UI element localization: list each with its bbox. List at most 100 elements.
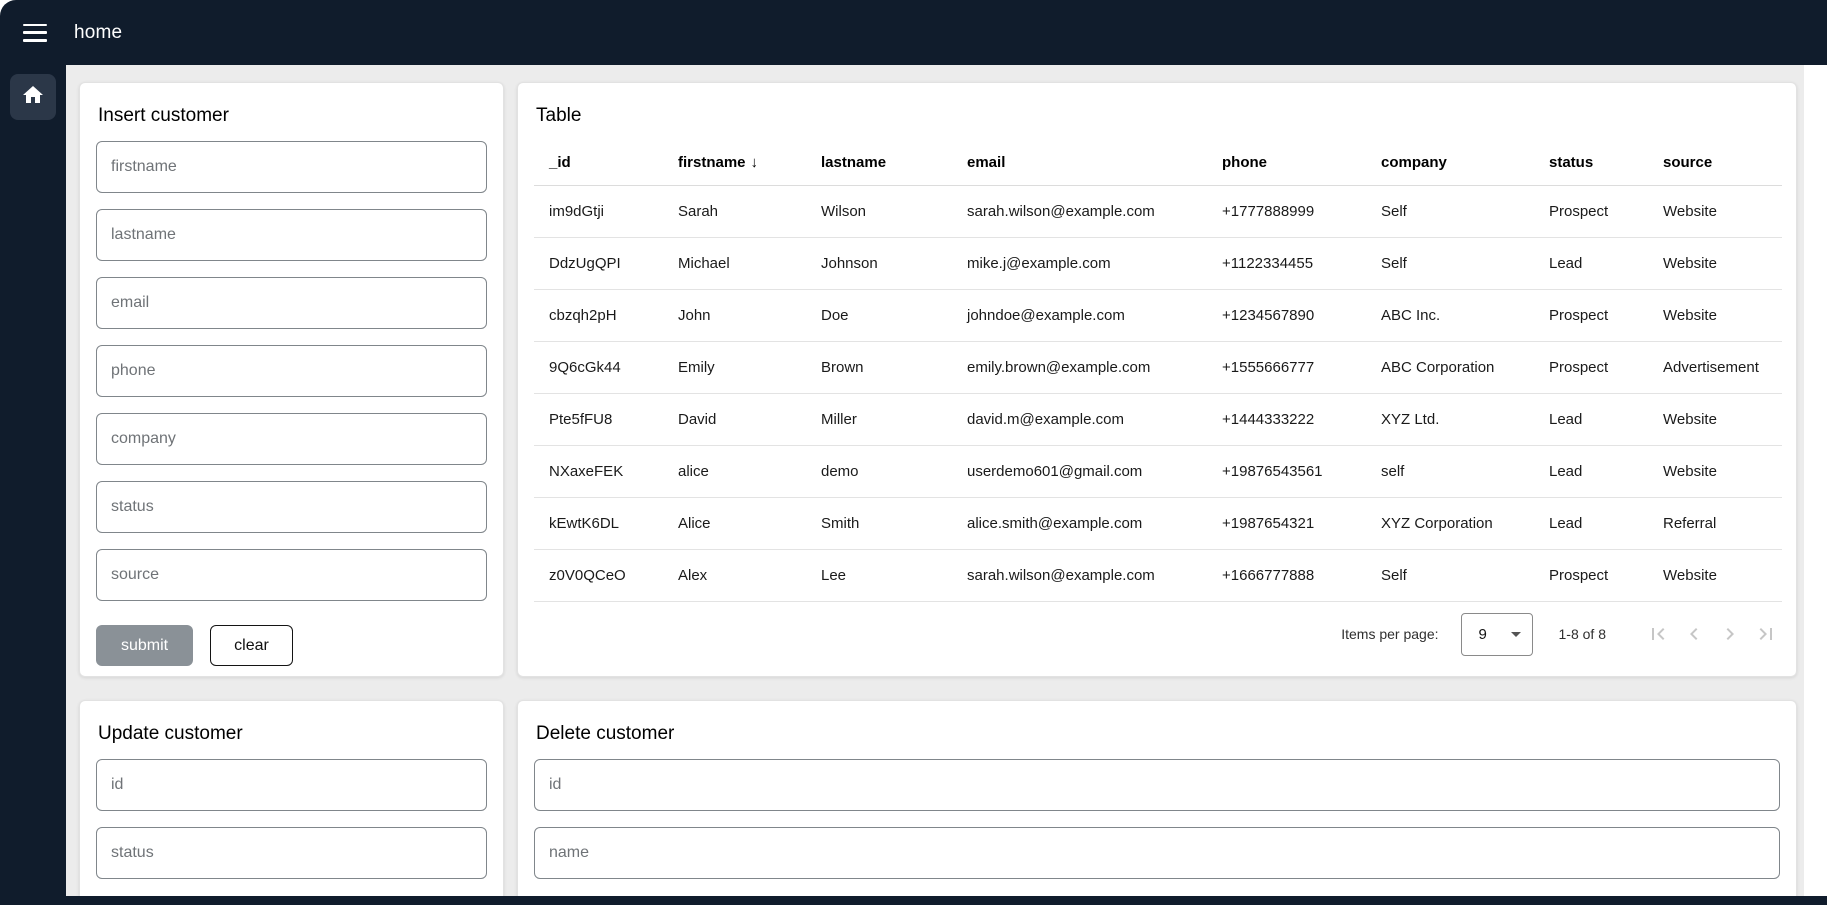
table-cell: XYZ Corporation	[1366, 497, 1534, 549]
column-header-lastname: lastname	[806, 141, 952, 185]
column-header-id: _id	[534, 141, 663, 185]
sort-desc-icon: ↓	[751, 154, 759, 171]
card-title: Table	[536, 105, 1780, 127]
paginator: Items per page: 9 1-8 of 8	[1341, 612, 1780, 656]
table-cell: Johnson	[806, 237, 952, 289]
lastname-input[interactable]	[96, 209, 487, 261]
menu-icon[interactable]	[23, 24, 47, 42]
table-cell: Website	[1648, 445, 1782, 497]
update-customer-card: Update customer	[79, 700, 504, 905]
table-cell: Lead	[1534, 445, 1648, 497]
phone-input[interactable]	[96, 345, 487, 397]
table-cell: sarah.wilson@example.com	[952, 185, 1207, 237]
table-cell: Website	[1648, 393, 1782, 445]
table-cell: alice.smith@example.com	[952, 497, 1207, 549]
table-cell: Prospect	[1534, 185, 1648, 237]
table-cell: demo	[806, 445, 952, 497]
table-cell: Brown	[806, 341, 952, 393]
column-header-email: email	[952, 141, 1207, 185]
column-header-source: source	[1648, 141, 1782, 185]
source-input[interactable]	[96, 549, 487, 601]
next-page-button[interactable]	[1716, 620, 1744, 648]
table-cell: John	[663, 289, 806, 341]
column-header-firstname[interactable]: firstname↓	[663, 141, 806, 185]
table-cell: +1555666777	[1207, 341, 1366, 393]
table-cell: Website	[1648, 185, 1782, 237]
sidebar-item-home[interactable]	[10, 74, 56, 120]
table-row: Pte5fFU8DavidMillerdavid.m@example.com+1…	[534, 393, 1782, 445]
insert-customer-card: Insert customer submit clear	[79, 82, 504, 677]
table-cell: +1234567890	[1207, 289, 1366, 341]
card-title: Update customer	[98, 723, 487, 745]
submit-button[interactable]: submit	[96, 625, 193, 666]
table-cell: Website	[1648, 549, 1782, 601]
page-size-select[interactable]: 9	[1461, 613, 1533, 656]
table-cell: sarah.wilson@example.com	[952, 549, 1207, 601]
table-cell: mike.j@example.com	[952, 237, 1207, 289]
table-cell: self	[1366, 445, 1534, 497]
sidebar	[0, 65, 66, 905]
column-header-status: status	[1534, 141, 1648, 185]
table-cell: 9Q6cGk44	[534, 341, 663, 393]
delete-customer-card: Delete customer	[517, 700, 1797, 905]
table-cell: Lead	[1534, 237, 1648, 289]
previous-page-button[interactable]	[1680, 620, 1708, 648]
email-input[interactable]	[96, 277, 487, 329]
window-bottom-edge	[66, 896, 1827, 905]
update-status-input[interactable]	[96, 827, 487, 879]
card-title: Delete customer	[536, 723, 1780, 745]
customers-table: _id firstname↓ lastname email phone comp…	[534, 141, 1782, 602]
table-cell: +1122334455	[1207, 237, 1366, 289]
table-row: cbzqh2pHJohnDoejohndoe@example.com+12345…	[534, 289, 1782, 341]
company-input[interactable]	[96, 413, 487, 465]
table-cell: Alice	[663, 497, 806, 549]
page-range-label: 1-8 of 8	[1559, 626, 1606, 642]
table-cell: David	[663, 393, 806, 445]
table-cell: Website	[1648, 289, 1782, 341]
table-cell: Lead	[1534, 497, 1648, 549]
table-cell: +1777888999	[1207, 185, 1366, 237]
button-row: submit clear	[96, 625, 487, 666]
table-row: NXaxeFEKalicedemouserdemo601@gmail.com+1…	[534, 445, 1782, 497]
table-row: DdzUgQPIMichaelJohnsonmike.j@example.com…	[534, 237, 1782, 289]
table-cell: +1666777888	[1207, 549, 1366, 601]
table-cell: z0V0QCeO	[534, 549, 663, 601]
table-cell: Doe	[806, 289, 952, 341]
table-cell: DdzUgQPI	[534, 237, 663, 289]
table-row: im9dGtjiSarahWilsonsarah.wilson@example.…	[534, 185, 1782, 237]
table-cell: Lee	[806, 549, 952, 601]
main-content: Insert customer submit clear Table	[66, 65, 1827, 905]
table-cell: ABC Inc.	[1366, 289, 1534, 341]
scrollbar[interactable]	[1804, 65, 1827, 905]
table-row: z0V0QCeOAlexLeesarah.wilson@example.com+…	[534, 549, 1782, 601]
table-cell: johndoe@example.com	[952, 289, 1207, 341]
chevron-down-icon	[1511, 632, 1521, 637]
table-cell: XYZ Ltd.	[1366, 393, 1534, 445]
items-per-page-label: Items per page:	[1341, 626, 1438, 642]
clear-button[interactable]: clear	[210, 625, 293, 666]
top-bar: home	[0, 0, 1827, 65]
table-row: kEwtK6DLAliceSmithalice.smith@example.co…	[534, 497, 1782, 549]
last-page-button[interactable]	[1752, 620, 1780, 648]
table-cell: Referral	[1648, 497, 1782, 549]
app-window: home Insert customer submit clear	[0, 0, 1827, 905]
column-header-phone: phone	[1207, 141, 1366, 185]
status-input[interactable]	[96, 481, 487, 533]
delete-name-input[interactable]	[534, 827, 1780, 879]
table-cell: cbzqh2pH	[534, 289, 663, 341]
table-cell: kEwtK6DL	[534, 497, 663, 549]
table-cell: Sarah	[663, 185, 806, 237]
table-cell: emily.brown@example.com	[952, 341, 1207, 393]
firstname-input[interactable]	[96, 141, 487, 193]
table-header-row: _id firstname↓ lastname email phone comp…	[534, 141, 1782, 185]
update-id-input[interactable]	[96, 759, 487, 811]
first-page-button[interactable]	[1644, 620, 1672, 648]
delete-id-input[interactable]	[534, 759, 1780, 811]
table-cell: Miller	[806, 393, 952, 445]
table-cell: Wilson	[806, 185, 952, 237]
table-cell: Self	[1366, 185, 1534, 237]
table-cell: NXaxeFEK	[534, 445, 663, 497]
card-title: Insert customer	[98, 105, 487, 127]
page-title: home	[74, 22, 122, 44]
table-cell: Pte5fFU8	[534, 393, 663, 445]
